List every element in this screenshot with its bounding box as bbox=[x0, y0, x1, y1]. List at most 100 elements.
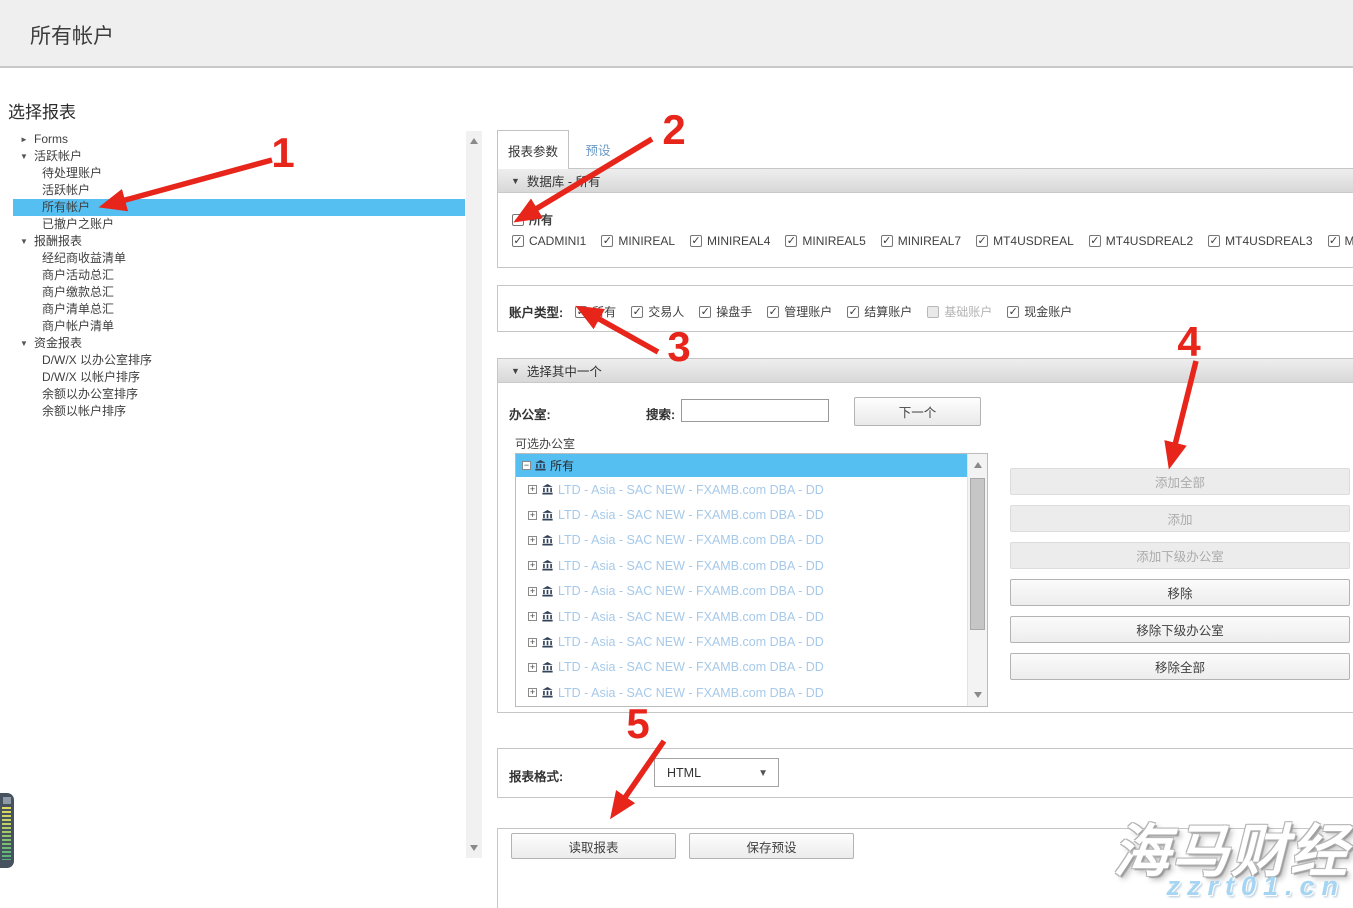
database-checkbox[interactable]: ✓MINIREAL bbox=[601, 234, 675, 248]
chevron-right-icon[interactable]: ► bbox=[20, 131, 34, 148]
disabled-transfer-button-2[interactable]: 添加 bbox=[1010, 505, 1350, 532]
next-button[interactable]: 下一个 bbox=[854, 397, 981, 426]
office-list-item[interactable]: +LTD - Asia - SAC NEW - FXAMB.com DBA - … bbox=[516, 680, 987, 705]
expand-plus-icon[interactable]: + bbox=[528, 688, 537, 697]
checkbox-checked-icon[interactable]: ✓ bbox=[575, 306, 587, 318]
transfer-button-6[interactable]: 移除全部 bbox=[1010, 653, 1350, 680]
chevron-down-icon[interactable]: ▼ bbox=[20, 233, 34, 250]
tree-item[interactable]: 商户缴款总汇 bbox=[13, 284, 465, 301]
checkbox-checked-icon[interactable]: ✓ bbox=[847, 306, 859, 318]
office-list-item[interactable]: +LTD - Asia - SAC NEW - FXAMB.com DBA - … bbox=[516, 629, 987, 654]
tree-item[interactable]: D/W/X 以办公室排序 bbox=[13, 352, 465, 369]
account-type-checkbox[interactable]: ✓交易人 bbox=[631, 302, 684, 321]
expand-plus-icon[interactable]: + bbox=[528, 561, 537, 570]
expand-plus-icon[interactable]: + bbox=[528, 536, 537, 545]
disabled-transfer-button-3[interactable]: 添加下级办公室 bbox=[1010, 542, 1350, 569]
collapse-minus-icon[interactable]: − bbox=[522, 461, 531, 470]
choose-one-section-header[interactable]: ▼ 选择其中一个 bbox=[498, 359, 1353, 383]
tree-item[interactable]: ▼报酬报表 bbox=[13, 233, 465, 250]
tree-item[interactable]: 商户活动总汇 bbox=[13, 267, 465, 284]
tree-item-label: 报酬报表 bbox=[34, 234, 82, 248]
transfer-button-4[interactable]: 移除 bbox=[1010, 579, 1350, 606]
tree-item[interactable]: 所有帐户 bbox=[13, 199, 465, 216]
checkbox-checked-icon[interactable]: ✓ bbox=[601, 235, 613, 247]
account-type-checkbox[interactable]: ✓管理账户 bbox=[767, 302, 832, 321]
office-list-item-all[interactable]: −所有 bbox=[516, 454, 967, 477]
database-checkbox[interactable]: ✓CADMINI1 bbox=[512, 234, 586, 248]
account-type-checkbox[interactable]: ✓所有 bbox=[575, 302, 616, 321]
checkbox-checked-icon[interactable]: ✓ bbox=[699, 306, 711, 318]
checkbox-checked-icon[interactable]: ✓ bbox=[512, 214, 524, 226]
tab-report-params[interactable]: 报表参数 bbox=[497, 130, 569, 169]
main-scrollbar[interactable] bbox=[466, 131, 482, 858]
office-list-item[interactable]: +LTD - Asia - SAC NEW - FXAMB.com DBA - … bbox=[516, 553, 987, 578]
expand-plus-icon[interactable]: + bbox=[528, 612, 537, 621]
scroll-down-icon[interactable] bbox=[974, 692, 982, 698]
tree-item[interactable]: 已撤户之账户 bbox=[13, 216, 465, 233]
save-preset-button[interactable]: 保存预设 bbox=[689, 833, 854, 859]
checkbox-checked-icon[interactable]: ✓ bbox=[881, 235, 893, 247]
scroll-down-icon[interactable] bbox=[470, 845, 478, 851]
database-checkbox[interactable]: ✓MINIREAL7 bbox=[881, 234, 961, 248]
expand-plus-icon[interactable]: + bbox=[528, 587, 537, 596]
chevron-down-icon[interactable]: ▼ bbox=[20, 148, 34, 165]
checkbox-checked-icon[interactable]: ✓ bbox=[1208, 235, 1220, 247]
office-list-item[interactable]: +LTD - Asia - SAC NEW - FXAMB.com DBA - … bbox=[516, 502, 987, 527]
chevron-down-icon[interactable]: ▼ bbox=[20, 335, 34, 352]
checkbox-checked-icon[interactable]: ✓ bbox=[512, 235, 524, 247]
database-checkbox[interactable]: ✓MT4USDREAL3 bbox=[1208, 234, 1312, 248]
checkbox-icon[interactable] bbox=[927, 306, 939, 318]
tree-item[interactable]: D/W/X 以帐户排序 bbox=[13, 369, 465, 386]
tree-item[interactable]: 余额以办公室排序 bbox=[13, 386, 465, 403]
account-type-checkbox[interactable]: ✓操盘手 bbox=[699, 302, 752, 321]
scroll-up-icon[interactable] bbox=[974, 462, 982, 468]
tree-item[interactable]: ►Forms bbox=[13, 131, 465, 148]
database-checkbox[interactable]: ✓MINIREAL4 bbox=[690, 234, 770, 248]
disabled-transfer-button-1[interactable]: 添加全部 bbox=[1010, 468, 1350, 495]
tree-item[interactable]: 商户帐户清单 bbox=[13, 318, 465, 335]
database-section-header[interactable]: ▼ 数据库 - 所有 bbox=[498, 169, 1353, 193]
account-type-checkbox[interactable]: ✓现金账户 bbox=[1007, 302, 1072, 321]
database-checkbox[interactable]: ✓MT4USDREAL4 bbox=[1328, 234, 1353, 248]
tree-item[interactable]: 经纪商收益清单 bbox=[13, 250, 465, 267]
office-list-item[interactable]: + LTD - Asia - SAC NEW - FXAMB.com DBA - … bbox=[516, 579, 987, 604]
tree-item[interactable]: 活跃帐户 bbox=[13, 182, 465, 199]
expand-plus-icon[interactable]: + bbox=[528, 485, 537, 494]
search-input[interactable] bbox=[681, 399, 829, 422]
database-checkbox[interactable]: ✓MINIREAL5 bbox=[785, 234, 865, 248]
office-item-label: LTD - Asia - SAC NEW - FXAMB.com DBA - D… bbox=[558, 584, 824, 598]
checkbox-checked-icon[interactable]: ✓ bbox=[785, 235, 797, 247]
checkbox-checked-icon[interactable]: ✓ bbox=[976, 235, 988, 247]
checkbox-checked-icon[interactable]: ✓ bbox=[631, 306, 643, 318]
database-checkbox[interactable]: ✓MT4USDREAL2 bbox=[1089, 234, 1193, 248]
office-list-item[interactable]: +LTD - Asia - SAC NEW - FXAMB.com DBA - … bbox=[516, 655, 987, 680]
office-list-item[interactable]: +LTD - Asia - SAC NEW - FXAMB.com DBA - … bbox=[516, 477, 987, 502]
account-type-checkbox[interactable]: ✓结算账户 bbox=[847, 302, 912, 321]
load-report-button[interactable]: 读取报表 bbox=[511, 833, 676, 859]
checkbox-checked-icon[interactable]: ✓ bbox=[767, 306, 779, 318]
checkbox-checked-icon[interactable]: ✓ bbox=[1007, 306, 1019, 318]
checkbox-checked-icon[interactable]: ✓ bbox=[690, 235, 702, 247]
tab-presets[interactable]: 预设 bbox=[569, 130, 627, 168]
office-list-scrollbar[interactable] bbox=[967, 454, 987, 706]
checkbox-checked-icon[interactable]: ✓ bbox=[1328, 235, 1340, 247]
office-list-item[interactable]: +LTD - Asia - SAC NEW - FXAMB.com DBA - … bbox=[516, 604, 987, 629]
scrollbar-thumb[interactable] bbox=[970, 478, 985, 630]
expand-plus-icon[interactable]: + bbox=[528, 638, 537, 647]
database-all-checkbox[interactable]: ✓ 所有 bbox=[512, 211, 553, 228]
report-format-select[interactable]: HTML ▼ bbox=[654, 758, 779, 787]
tree-item[interactable]: 商户清单总汇 bbox=[13, 301, 465, 318]
expand-plus-icon[interactable]: + bbox=[528, 663, 537, 672]
scroll-up-icon[interactable] bbox=[470, 138, 478, 144]
database-checkbox[interactable]: ✓MT4USDREAL bbox=[976, 234, 1074, 248]
tree-item[interactable]: ▼资金报表 bbox=[13, 335, 465, 352]
checkbox-checked-icon[interactable]: ✓ bbox=[1089, 235, 1101, 247]
tree-item[interactable]: ▼活跃帐户 bbox=[13, 148, 465, 165]
office-list-item[interactable]: +LTD - Asia - SAC NEW - FXAMB.com DBA - … bbox=[516, 528, 987, 553]
expand-plus-icon[interactable]: + bbox=[528, 511, 537, 520]
account-type-checkbox[interactable]: 基础账户 bbox=[927, 302, 992, 321]
tree-item[interactable]: 待处理账户 bbox=[13, 165, 465, 182]
tree-item[interactable]: 余额以帐户排序 bbox=[13, 403, 465, 420]
corner-extension-widget[interactable] bbox=[0, 793, 14, 868]
transfer-button-5[interactable]: 移除下级办公室 bbox=[1010, 616, 1350, 643]
